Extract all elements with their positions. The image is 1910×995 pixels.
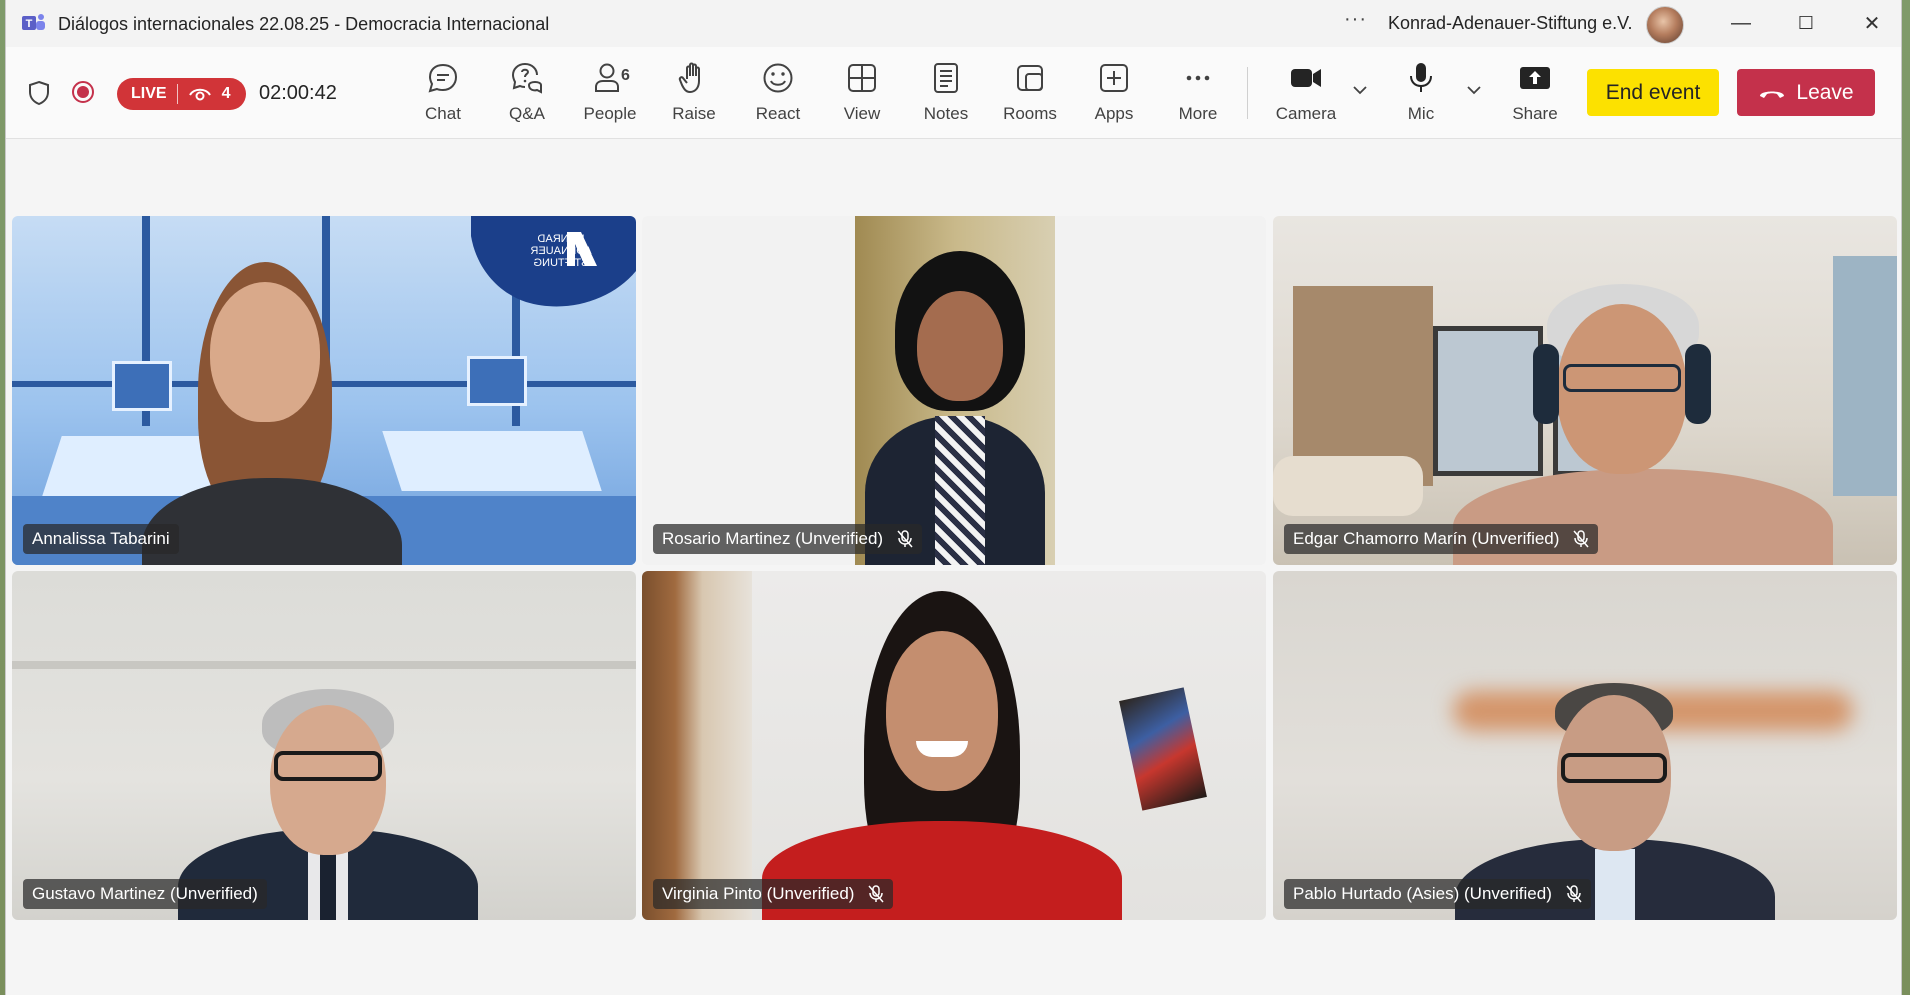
kas-logo-badge: KONRAD ADENAUER STIFTUNG — [471, 216, 636, 307]
minimize-button[interactable]: — — [1728, 10, 1754, 36]
close-button[interactable]: ✕ — [1859, 10, 1885, 36]
camera-button[interactable]: Camera — [1269, 57, 1343, 129]
title-bar: T Diálogos internacionales 22.08.25 - De… — [6, 0, 1901, 47]
teams-window: T Diálogos internacionales 22.08.25 - De… — [6, 0, 1901, 995]
organization-name[interactable]: Konrad-Adenauer-Stiftung e.V. — [1388, 13, 1633, 34]
raise-hand-button[interactable]: Raise — [657, 57, 731, 129]
participant-name-tag: Gustavo Martinez (Unverified) — [23, 879, 267, 909]
mic-muted-icon — [897, 530, 913, 548]
chat-button[interactable]: Chat — [406, 57, 480, 129]
participant-name-tag: Pablo Hurtado (Asies) (Unverified) — [1284, 879, 1591, 909]
add-app-icon — [1100, 64, 1128, 92]
rooms-label: Rooms — [1003, 104, 1057, 123]
view-button[interactable]: View — [825, 57, 899, 129]
participant-name: Virginia Pinto (Unverified) — [662, 884, 855, 903]
participant-tile[interactable]: Virginia Pinto (Unverified) — [642, 571, 1266, 920]
breakout-rooms-icon — [1017, 65, 1043, 91]
mic-muted-icon — [868, 885, 885, 903]
kas-logo-text-line2: ADENAUER — [530, 245, 591, 257]
people-count-badge: 6 — [621, 67, 630, 84]
participant-name: Gustavo Martinez (Unverified) — [32, 884, 258, 903]
meeting-timer: 02:00:42 — [259, 82, 337, 104]
participant-tile[interactable]: Gustavo Martinez (Unverified) — [12, 571, 636, 920]
react-label: React — [755, 104, 801, 123]
more-button[interactable]: More — [1161, 57, 1235, 129]
live-badge-divider — [176, 84, 178, 104]
raise-label: Raise — [672, 104, 716, 123]
hand-icon — [678, 62, 700, 93]
share-screen-icon — [1520, 67, 1550, 89]
more-dots-icon — [1186, 75, 1210, 81]
people-label: People — [583, 104, 637, 123]
share-button[interactable]: Share — [1498, 57, 1572, 129]
qa-button[interactable]: Q&A — [490, 57, 564, 129]
leave-button[interactable]: Leave — [1737, 69, 1875, 116]
camera-options-chevron-down-icon[interactable] — [1351, 81, 1369, 99]
teams-logo-icon: T — [22, 14, 45, 30]
meeting-toolbar: LIVE 4 02:00:42 Chat Q&A People 6 Raise … — [6, 47, 1901, 139]
participant-tile[interactable]: Pablo Hurtado (Asies) (Unverified) — [1273, 571, 1897, 920]
viewer-count: 4 — [221, 85, 231, 102]
notes-label: Notes — [923, 104, 969, 123]
people-button[interactable]: People 6 — [573, 57, 647, 129]
smiley-icon — [763, 63, 793, 93]
microphone-icon — [1410, 63, 1432, 92]
participant-tile[interactable]: KONRAD ADENAUER STIFTUNG Annalissa Tabar… — [12, 216, 636, 565]
react-button[interactable]: React — [741, 57, 815, 129]
toolbar-divider — [1247, 67, 1248, 119]
leave-label: Leave — [1796, 80, 1854, 104]
hang-up-phone-icon — [1760, 91, 1785, 98]
notes-icon — [934, 63, 958, 93]
participant-name-tag: Rosario Martinez (Unverified) — [653, 524, 923, 554]
mic-button[interactable]: Mic — [1384, 57, 1458, 129]
door-frame-background — [642, 571, 752, 920]
participant-name-tag: Edgar Chamorro Marín (Unverified) — [1284, 524, 1599, 554]
participant-video — [855, 216, 1055, 565]
participant-tile[interactable]: Rosario Martinez (Unverified) — [642, 216, 1266, 565]
notes-button[interactable]: Notes — [909, 57, 983, 129]
recording-indicator-icon[interactable] — [72, 81, 94, 103]
participant-name: Edgar Chamorro Marín (Unverified) — [1293, 529, 1560, 548]
kas-logo-text-line1: KONRAD — [537, 233, 584, 245]
participant-name: Pablo Hurtado (Asies) (Unverified) — [1293, 884, 1552, 903]
maximize-button[interactable]: ☐ — [1793, 10, 1819, 36]
apps-label: Apps — [1094, 104, 1134, 123]
end-event-button[interactable]: End event — [1587, 69, 1719, 116]
wall-painting — [1119, 687, 1207, 811]
participant-name-tag: Virginia Pinto (Unverified) — [653, 879, 894, 909]
window-title: Diálogos internacionales 22.08.25 - Demo… — [58, 14, 550, 34]
question-answer-icon — [511, 63, 542, 94]
rooms-button[interactable]: Rooms — [993, 57, 1067, 129]
live-label: LIVE — [131, 85, 167, 102]
chat-label: Chat — [425, 104, 461, 123]
video-camera-icon — [1291, 69, 1321, 87]
view-label: View — [843, 104, 881, 123]
mic-muted-icon — [1566, 885, 1582, 903]
more-options-button[interactable]: ··· — [1344, 8, 1367, 31]
svg-text:T: T — [26, 18, 33, 30]
participant-name: Rosario Martinez (Unverified) — [662, 529, 884, 548]
more-label: More — [1178, 104, 1218, 123]
mic-options-chevron-down-icon[interactable] — [1465, 81, 1483, 99]
chat-icon — [428, 63, 458, 93]
participant-tile[interactable]: Edgar Chamorro Marín (Unverified) — [1273, 216, 1897, 565]
participant-name-tag: Annalissa Tabarini — [23, 524, 179, 554]
participant-name: Annalissa Tabarini — [32, 529, 170, 548]
eye-icon — [188, 88, 211, 101]
mic-muted-icon — [1573, 530, 1589, 548]
camera-label: Camera — [1275, 104, 1337, 123]
avatar[interactable] — [1646, 6, 1684, 44]
share-label: Share — [1512, 104, 1558, 123]
shield-icon[interactable] — [28, 80, 50, 106]
apps-button[interactable]: Apps — [1077, 57, 1151, 129]
kas-logo-text-line3: STIFTUNG — [534, 257, 589, 269]
grid-view-icon — [848, 64, 876, 92]
qa-label: Q&A — [509, 104, 545, 123]
wall-background — [12, 661, 636, 669]
mic-label: Mic — [1407, 104, 1435, 123]
live-status-badge[interactable]: LIVE 4 — [117, 78, 246, 110]
